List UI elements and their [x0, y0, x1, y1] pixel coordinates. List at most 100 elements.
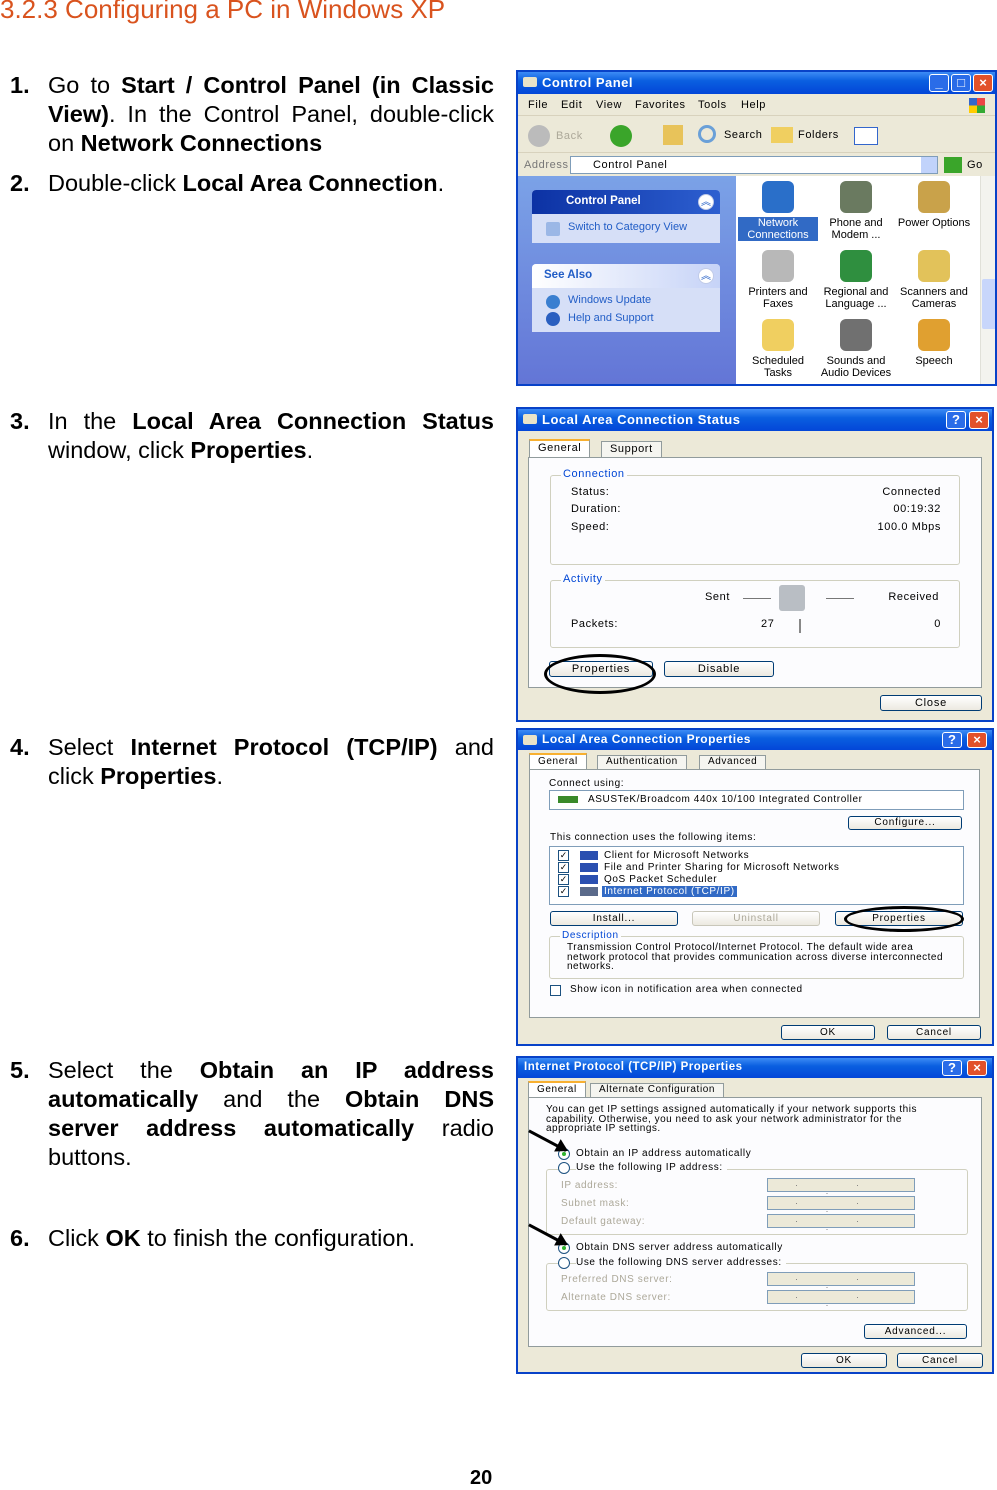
- close-button[interactable]: ×: [967, 1060, 987, 1076]
- help-support-link[interactable]: Help and Support: [532, 309, 720, 332]
- control-panel-item-icon: [840, 319, 872, 351]
- lan-status-window: Local Area Connection Status ? × General…: [516, 407, 994, 722]
- component-icon: [580, 887, 598, 896]
- install-button[interactable]: Install...: [550, 911, 678, 926]
- tab-alternate-configuration[interactable]: Alternate Configuration: [590, 1083, 725, 1097]
- switch-category-view-link[interactable]: Switch to Category View: [532, 214, 720, 243]
- general-panel: Connect using: ASUSTeK/Broadcom 440x 10/…: [529, 769, 980, 1018]
- control-panel-item[interactable]: Printers and Faxes: [738, 250, 818, 310]
- step-5: 5. Select the Obtain an IP address automa…: [10, 1057, 494, 1170]
- control-panel-task-box: Control Panel ︽ Switch to Category View: [532, 190, 720, 243]
- vertical-scrollbar[interactable]: [980, 176, 995, 384]
- task-pane: Control Panel ︽ Switch to Category View …: [518, 176, 736, 384]
- component-checkbox[interactable]: ✓: [558, 862, 569, 873]
- control-panel-item[interactable]: Regional and Language ...: [816, 250, 896, 310]
- show-icon-checkbox[interactable]: [550, 985, 561, 996]
- use-dns-radio[interactable]: [558, 1257, 570, 1269]
- control-panel-item-label: Power Options: [897, 217, 971, 229]
- control-panel-item-icon: [918, 319, 950, 351]
- step-2: 2. Double-click Local Area Connection.: [10, 170, 445, 196]
- windows-update-link[interactable]: Windows Update: [532, 288, 720, 309]
- control-panel-item[interactable]: Scanners and Cameras: [894, 250, 974, 310]
- activity-group: Activity Sent Received Packets: 27 0: [550, 573, 960, 648]
- help-button[interactable]: ?: [946, 411, 966, 429]
- tab-general[interactable]: General: [529, 439, 591, 457]
- cancel-button[interactable]: Cancel: [887, 1025, 981, 1040]
- forward-icon[interactable]: [610, 125, 632, 147]
- collapse-icon[interactable]: ︽: [698, 194, 714, 210]
- items-view: Network Connections Phone and Modem ... Po…: [736, 176, 980, 384]
- advanced-button[interactable]: Advanced...: [864, 1324, 967, 1339]
- network-activity-icon: [779, 585, 805, 611]
- ok-button[interactable]: OK: [801, 1353, 887, 1368]
- component-label: Client for Microsoft Networks: [604, 850, 750, 861]
- subnet-mask-input: . . .: [767, 1196, 915, 1214]
- maximize-button[interactable]: □: [951, 74, 971, 92]
- control-panel-item-label: Speech: [915, 355, 953, 367]
- default-gateway-input: . . .: [767, 1214, 915, 1232]
- tab-authentication[interactable]: Authentication: [597, 755, 687, 769]
- menu-tools[interactable]: Tools: [698, 99, 727, 111]
- component-icon: [580, 875, 598, 884]
- duration-value: 00:19:32: [893, 503, 941, 515]
- components-list: ✓ Client for Microsoft Networks ✓ File and …: [549, 846, 964, 905]
- section-heading: 3.2.3 Configuring a PC in Windows XP: [0, 0, 446, 24]
- folders-icon[interactable]: [771, 127, 793, 143]
- configure-button[interactable]: Configure...: [848, 816, 962, 830]
- close-dialog-button[interactable]: Close: [880, 695, 982, 711]
- component-checkbox[interactable]: ✓: [558, 850, 569, 861]
- title-bar: Local Area Connection Properties: [518, 730, 992, 750]
- search-button[interactable]: Search: [724, 129, 762, 141]
- component-label: File and Printer Sharing for Microsoft N…: [604, 862, 840, 873]
- speed-value: 100.0 Mbps: [877, 521, 941, 533]
- control-panel-item-label: Sounds and Audio Devices: [820, 355, 892, 379]
- disable-button[interactable]: Disable: [664, 661, 774, 677]
- scrollbar-thumb[interactable]: [982, 279, 995, 329]
- menu-edit[interactable]: Edit: [561, 99, 582, 111]
- menu-view[interactable]: View: [596, 99, 622, 111]
- control-panel-item[interactable]: Scheduled Tasks: [738, 319, 818, 379]
- component-checkbox[interactable]: ✓: [558, 886, 569, 897]
- close-button[interactable]: ×: [973, 74, 993, 92]
- ok-button[interactable]: OK: [781, 1025, 875, 1040]
- control-panel-item[interactable]: Speech: [894, 319, 974, 367]
- description-group: Description Transmission Control Protoco…: [549, 930, 964, 979]
- help-button[interactable]: ?: [942, 732, 962, 748]
- preferred-dns-input: . . .: [767, 1272, 915, 1290]
- minimize-button[interactable]: _: [929, 74, 949, 92]
- search-icon[interactable]: [698, 125, 716, 143]
- menu-file[interactable]: File: [528, 99, 548, 111]
- tab-support[interactable]: Support: [601, 441, 662, 457]
- chevron-down-icon[interactable]: [921, 157, 937, 173]
- menu-help[interactable]: Help: [741, 99, 766, 111]
- tab-advanced[interactable]: Advanced: [699, 755, 767, 769]
- views-icon[interactable]: [854, 127, 878, 145]
- control-panel-item[interactable]: Sounds and Audio Devices: [816, 319, 896, 379]
- component-checkbox[interactable]: ✓: [558, 874, 569, 885]
- control-panel-item-icon: [918, 181, 950, 213]
- control-panel-item[interactable]: Power Options: [894, 181, 974, 229]
- tcpip-properties-window: Internet Protocol (TCP/IP) Properties ? …: [516, 1056, 994, 1374]
- up-folder-icon[interactable]: [663, 125, 683, 145]
- component-icon: [580, 851, 598, 860]
- go-icon[interactable]: [944, 157, 962, 173]
- control-panel-item[interactable]: Network Connections: [738, 181, 818, 241]
- close-button[interactable]: ×: [967, 732, 987, 748]
- close-button[interactable]: ×: [969, 411, 989, 429]
- highlight-ellipse: [844, 906, 964, 932]
- go-button[interactable]: Go: [967, 159, 983, 171]
- back-button[interactable]: Back: [556, 130, 583, 142]
- use-ip-radio[interactable]: [558, 1162, 570, 1174]
- address-input[interactable]: Control Panel: [570, 156, 938, 174]
- address-bar: Address Control Panel Go: [518, 154, 995, 176]
- toolbar: Back Search Folders: [518, 117, 995, 153]
- help-button[interactable]: ?: [942, 1060, 962, 1076]
- folders-button[interactable]: Folders: [798, 129, 839, 141]
- control-panel-item[interactable]: Phone and Modem ...: [816, 181, 896, 241]
- menu-bar: File Edit View Favorites Tools Help: [518, 95, 995, 116]
- menu-favorites[interactable]: Favorites: [635, 99, 686, 111]
- lan-properties-window: Local Area Connection Properties ? × Gen…: [516, 728, 994, 1046]
- collapse-icon[interactable]: ︽: [698, 268, 714, 284]
- cancel-button[interactable]: Cancel: [897, 1353, 983, 1368]
- back-icon[interactable]: [528, 125, 550, 147]
